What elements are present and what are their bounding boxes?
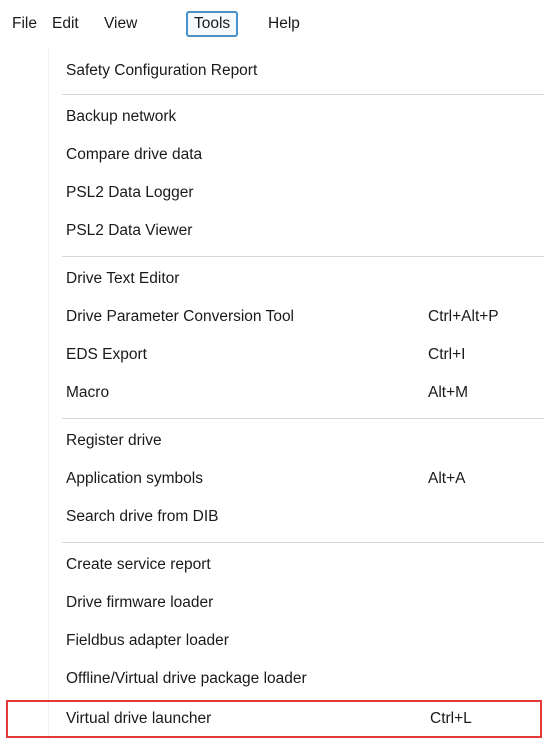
menu-item-shortcut: Ctrl+Alt+P xyxy=(428,308,499,325)
menu-item-drive-parameter-conversion-tool[interactable]: Drive Parameter Conversion Tool Ctrl+Alt… xyxy=(48,298,544,336)
menu-item-label: EDS Export xyxy=(66,346,147,363)
tools-dropdown-menu: Safety Configuration Report Backup netwo… xyxy=(0,48,544,740)
menu-item-label: Offline/Virtual drive package loader xyxy=(66,670,307,687)
menu-item-virtual-drive-launcher[interactable]: Virtual drive launcher Ctrl+L xyxy=(6,700,542,738)
menu-item-shortcut: Ctrl+L xyxy=(430,710,472,727)
menu-item-label: PSL2 Data Viewer xyxy=(66,222,193,239)
menu-separator xyxy=(62,418,544,419)
menu-item-fieldbus-adapter-loader[interactable]: Fieldbus adapter loader xyxy=(48,622,544,660)
menu-item-label: Backup network xyxy=(66,108,177,125)
menu-item-label: Drive Parameter Conversion Tool xyxy=(66,308,295,325)
menu-item-offline-virtual-drive-package-loader[interactable]: Offline/Virtual drive package loader xyxy=(48,660,544,698)
menu-item-create-service-report[interactable]: Create service report xyxy=(48,546,544,584)
menu-item-label: Safety Configuration Report xyxy=(66,62,258,79)
menu-separator xyxy=(62,256,544,257)
menu-item-register-drive[interactable]: Register drive xyxy=(48,422,544,460)
menu-separator xyxy=(62,542,544,543)
menu-item-shortcut: Ctrl+I xyxy=(428,346,466,363)
menu-separator xyxy=(62,94,544,95)
menu-item-label: Compare drive data xyxy=(66,146,203,163)
menu-file[interactable]: File xyxy=(6,11,43,37)
menu-bar: File Edit View Tools Help xyxy=(0,0,544,48)
menu-tools[interactable]: Tools xyxy=(186,11,239,37)
menu-item-label: Virtual drive launcher xyxy=(66,710,212,727)
menu-item-psl2-data-viewer[interactable]: PSL2 Data Viewer xyxy=(48,212,544,250)
menu-help[interactable]: Help xyxy=(262,11,306,37)
menu-item-label: PSL2 Data Logger xyxy=(66,184,194,201)
menu-item-drive-firmware-loader[interactable]: Drive firmware loader xyxy=(48,584,544,622)
menu-item-label: Drive firmware loader xyxy=(66,594,214,611)
menu-item-label: Create service report xyxy=(66,556,211,573)
menu-item-safety-configuration-report[interactable]: Safety Configuration Report xyxy=(48,52,544,90)
menu-item-drive-text-editor[interactable]: Drive Text Editor xyxy=(48,260,544,298)
menu-item-label: Application symbols xyxy=(66,470,203,487)
menu-item-search-drive-from-dib[interactable]: Search drive from DIB xyxy=(48,498,544,536)
menu-item-compare-drive-data[interactable]: Compare drive data xyxy=(48,136,544,174)
menu-item-label: Macro xyxy=(66,384,110,401)
menu-view[interactable]: View xyxy=(98,11,143,37)
menu-item-shortcut: Alt+M xyxy=(428,384,469,401)
menu-item-label: Drive Text Editor xyxy=(66,270,180,287)
menu-item-label: Fieldbus adapter loader xyxy=(66,632,229,649)
menu-item-eds-export[interactable]: EDS Export Ctrl+I xyxy=(48,336,544,374)
menu-item-label: Search drive from DIB xyxy=(66,508,219,525)
menu-item-backup-network[interactable]: Backup network xyxy=(48,98,544,136)
menu-item-application-symbols[interactable]: Application symbols Alt+A xyxy=(48,460,544,498)
menu-edit[interactable]: Edit xyxy=(46,11,85,37)
menu-item-label: Register drive xyxy=(66,432,162,449)
menu-item-shortcut: Alt+A xyxy=(428,470,466,487)
menu-item-psl2-data-logger[interactable]: PSL2 Data Logger xyxy=(48,174,544,212)
menu-item-macro[interactable]: Macro Alt+M xyxy=(48,374,544,412)
